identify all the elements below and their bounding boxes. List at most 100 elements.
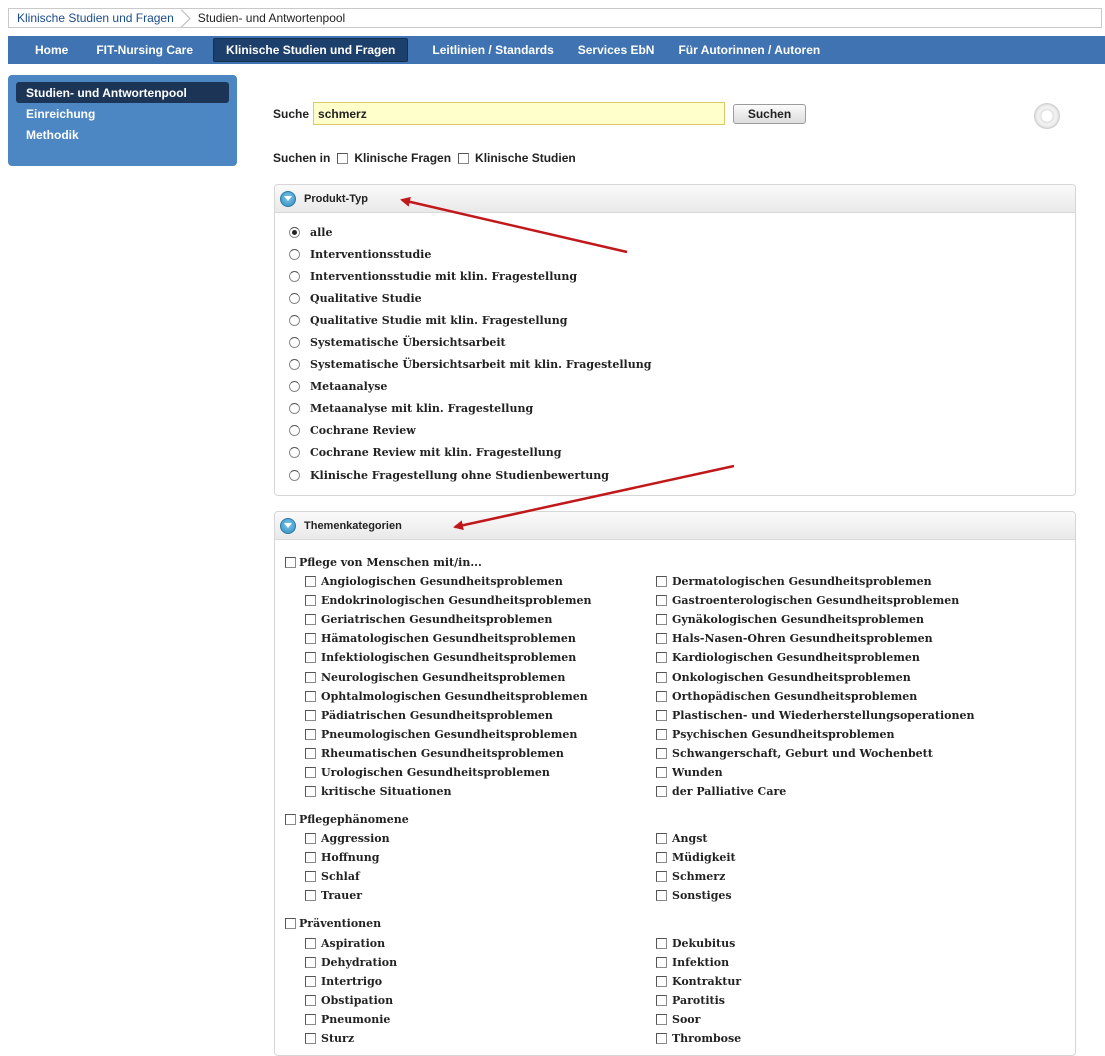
nav-autoren[interactable]: Für Autorinnen / Autoren [668,39,830,61]
category-checkbox[interactable] [305,890,316,902]
category-item-soor[interactable]: Soor [656,1010,1056,1029]
radio-option-cochrane-review[interactable]: Cochrane Review [289,420,1075,442]
radio-option-metaanalyse[interactable]: Metaanalyse [289,376,1075,398]
category-item-trauer[interactable]: Trauer [305,886,656,905]
category-checkbox[interactable] [305,633,316,645]
category-item-plastischen-und-wiederherstellungsoperationen[interactable]: Plastischen- und Wiederherstellungsopera… [656,706,1056,725]
nav-klinische-studien[interactable]: Klinische Studien und Fragen [213,38,409,62]
category-item-paediatrischen-gesundheitsproblemen[interactable]: Pädiatrischen Gesundheitsproblemen [305,706,656,725]
category-checkbox[interactable] [656,709,667,721]
radio-option-systematische-uebersichtsarbeit[interactable]: Systematische Übersichtsarbeit [289,331,1075,353]
radio-option-systematische-uebersichtsarbeit-mit-klin-fragestellung[interactable]: Systematische Übersichtsarbeit mit klin.… [289,354,1075,376]
category-checkbox[interactable] [305,709,316,721]
radio-button[interactable] [289,226,300,238]
category-checkbox[interactable] [305,937,316,949]
category-checkbox[interactable] [305,852,316,864]
category-checkbox[interactable] [305,671,316,683]
radio-option-cochrane-review-mit-klin-fragestellung[interactable]: Cochrane Review mit klin. Fragestellung [289,442,1075,464]
category-item-infektion[interactable]: Infektion [656,953,1056,972]
group-checkbox[interactable] [285,556,296,568]
category-item-obstipation[interactable]: Obstipation [305,991,656,1010]
category-item-psychischen-gesundheitsproblemen[interactable]: Psychischen Gesundheitsproblemen [656,725,1056,744]
radio-button[interactable] [289,381,300,393]
radio-option-interventionsstudie[interactable]: Interventionsstudie [289,243,1075,265]
category-checkbox[interactable] [305,1013,316,1025]
category-item-orthopaedischen-gesundheitsproblemen[interactable]: Orthopädischen Gesundheitsproblemen [656,687,1056,706]
category-item-kritische-situationen[interactable]: kritische Situationen [305,782,656,801]
breadcrumb-link[interactable]: Klinische Studien und Fragen [9,9,186,27]
category-item-onkologischen-gesundheitsproblemen[interactable]: Onkologischen Gesundheitsproblemen [656,667,1056,686]
category-item-gynaekologischen-gesundheitsproblemen[interactable]: Gynäkologischen Gesundheitsproblemen [656,610,1056,629]
category-item-gastroenterologischen-gesundheitsproblemen[interactable]: Gastroenterologischen Gesundheitsproblem… [656,591,1056,610]
checkbox-klinische-studien[interactable] [458,152,470,164]
category-item-rheumatischen-gesundheitsproblemen[interactable]: Rheumatischen Gesundheitsproblemen [305,744,656,763]
category-item-aggression[interactable]: Aggression [305,829,656,848]
category-checkbox[interactable] [305,614,316,626]
category-item-angiologischen-gesundheitsproblemen[interactable]: Angiologischen Gesundheitsproblemen [305,572,656,591]
radio-option-klinische-fragestellung-ohne-studienbewertung[interactable]: Klinische Fragestellung ohne Studienbewe… [289,464,1075,486]
category-checkbox[interactable] [305,595,316,607]
category-item-sturz[interactable]: Sturz [305,1029,656,1048]
category-item-schlaf[interactable]: Schlaf [305,867,656,886]
radio-button[interactable] [289,425,300,437]
category-item-aspiration[interactable]: Aspiration [305,934,656,953]
category-checkbox[interactable] [305,576,316,588]
category-checkbox[interactable] [656,595,667,607]
category-checkbox[interactable] [656,766,667,778]
category-item-infektiologischen-gesundheitsproblemen[interactable]: Infektiologischen Gesundheitsproblemen [305,648,656,667]
category-checkbox[interactable] [305,728,316,740]
radio-button[interactable] [289,447,300,459]
sidebar-item-pool[interactable]: Studien- und Antwortenpool [16,82,229,103]
category-checkbox[interactable] [656,614,667,626]
radio-button[interactable] [289,337,300,349]
category-checkbox[interactable] [656,956,667,968]
nav-home[interactable]: Home [8,39,82,61]
category-item-dermatologischen-gesundheitsproblemen[interactable]: Dermatologischen Gesundheitsproblemen [656,572,1056,591]
category-item-thrombose[interactable]: Thrombose [656,1029,1056,1048]
category-checkbox[interactable] [656,576,667,588]
category-checkbox[interactable] [305,833,316,845]
category-item-neurologischen-gesundheitsproblemen[interactable]: Neurologischen Gesundheitsproblemen [305,667,656,686]
category-checkbox[interactable] [305,690,316,702]
category-item-urologischen-gesundheitsproblemen[interactable]: Urologischen Gesundheitsproblemen [305,763,656,782]
radio-button[interactable] [289,248,300,260]
radio-option-qualitative-studie-mit-klin-fragestellung[interactable]: Qualitative Studie mit klin. Fragestellu… [289,309,1075,331]
category-checkbox[interactable] [305,994,316,1006]
radio-button[interactable] [289,314,300,326]
radio-option-qualitative-studie[interactable]: Qualitative Studie [289,287,1075,309]
category-item-muedigkeit[interactable]: Müdigkeit [656,848,1056,867]
category-item-endokrinologischen-gesundheitsproblemen[interactable]: Endokrinologischen Gesundheitsproblemen [305,591,656,610]
collapse-toggle-icon[interactable] [280,517,296,534]
radio-option-interventionsstudie-mit-klin-fragestellung[interactable]: Interventionsstudie mit klin. Fragestell… [289,265,1075,287]
category-item-ophtalmologischen-gesundheitsproblemen[interactable]: Ophtalmologischen Gesundheitsproblemen [305,687,656,706]
category-checkbox[interactable] [656,852,667,864]
sidebar-item-einreichung[interactable]: Einreichung [16,103,229,124]
category-checkbox[interactable] [656,937,667,949]
category-checkbox[interactable] [305,871,316,883]
category-checkbox[interactable] [656,975,667,987]
category-checkbox[interactable] [305,956,316,968]
radio-option-metaanalyse-mit-klin-fragestellung[interactable]: Metaanalyse mit klin. Fragestellung [289,398,1075,420]
category-item-dehydration[interactable]: Dehydration [305,953,656,972]
sidebar-item-methodik[interactable]: Methodik [16,124,229,145]
radio-button[interactable] [289,292,300,304]
category-item-haematologischen-gesundheitsproblemen[interactable]: Hämatologischen Gesundheitsproblemen [305,629,656,648]
category-checkbox[interactable] [656,1033,667,1045]
category-item-geriatrischen-gesundheitsproblemen[interactable]: Geriatrischen Gesundheitsproblemen [305,610,656,629]
category-item-angst[interactable]: Angst [656,829,1056,848]
category-checkbox[interactable] [656,652,667,664]
category-checkbox[interactable] [305,1033,316,1045]
category-item-pneumonie[interactable]: Pneumonie [305,1010,656,1029]
radio-option-alle[interactable]: alle [289,221,1075,243]
category-checkbox[interactable] [656,671,667,683]
category-checkbox[interactable] [656,1013,667,1025]
checkbox-klinische-fragen[interactable] [337,152,349,164]
category-checkbox[interactable] [656,871,667,883]
category-checkbox[interactable] [656,786,667,798]
group-checkbox[interactable] [285,918,296,929]
category-item-schwangerschaft-geburt-und-wochenbett[interactable]: Schwangerschaft, Geburt und Wochenbett [656,744,1056,763]
category-item-parotitis[interactable]: Parotitis [656,991,1056,1010]
category-checkbox[interactable] [656,690,667,702]
category-item-pneumologischen-gesundheitsproblemen[interactable]: Pneumologischen Gesundheitsproblemen [305,725,656,744]
collapse-toggle-icon[interactable] [280,190,296,207]
